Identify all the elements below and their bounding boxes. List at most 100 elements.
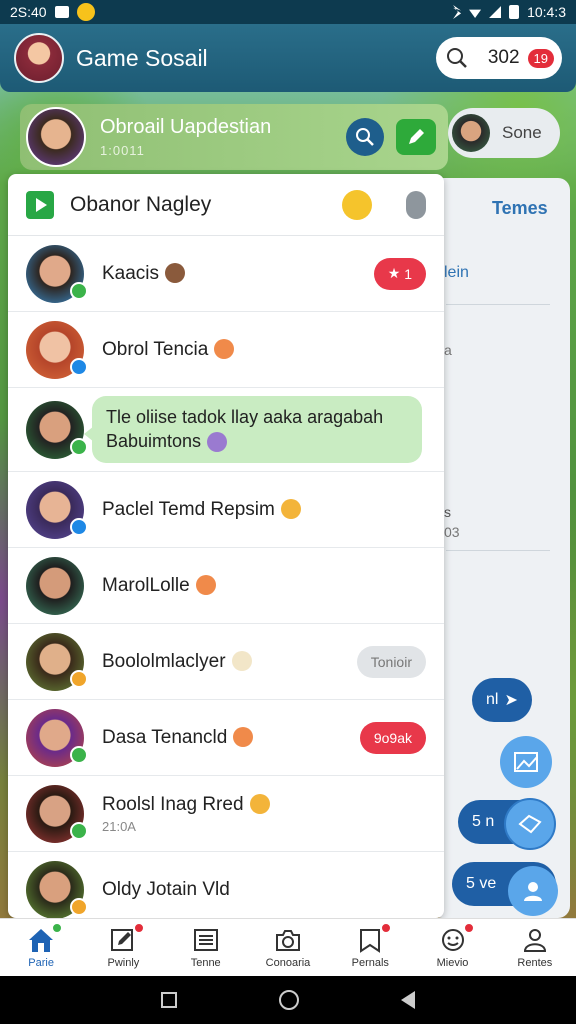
status-time-left: 2S:40: [10, 4, 47, 20]
presence-icon: [70, 282, 88, 300]
background-panel-header[interactable]: Temes: [492, 198, 548, 219]
chat-row[interactable]: Oldy Jotain Vld: [8, 852, 444, 918]
chat-name: MarolLolle: [102, 575, 216, 597]
fab-pill-send[interactable]: nl ➤: [472, 678, 532, 722]
search-count: 302: [487, 47, 520, 68]
chat-row[interactable]: Kaacis ★ 1: [8, 236, 444, 312]
chat-row[interactable]: Dasa Tenancld 9o9ak: [8, 700, 444, 776]
app-title: Game Sosail: [76, 44, 208, 71]
nav-item-home[interactable]: Parie: [0, 919, 82, 976]
profile-avatar[interactable]: [26, 107, 86, 167]
play-icon[interactable]: [26, 190, 54, 219]
recents-icon[interactable]: [161, 992, 177, 1008]
edit-button[interactable]: [396, 119, 436, 155]
fab-pill-label: 5 ve: [466, 875, 497, 892]
emoji-icon: [233, 727, 254, 748]
emoji-icon[interactable]: [342, 189, 372, 220]
emoji-notification-icon: [76, 3, 95, 21]
nav-item-bookmarks[interactable]: Pernals: [329, 919, 411, 976]
nav-label: Mievio: [436, 956, 469, 969]
star-icon: ★: [387, 265, 405, 281]
microphone-icon[interactable]: [406, 190, 426, 219]
background-panel-text: lein: [444, 264, 469, 281]
presence-icon: [70, 898, 88, 916]
emoji-icon: [214, 339, 235, 360]
fab-user-button[interactable]: [508, 866, 558, 916]
search-icon: [447, 48, 467, 68]
side-user-label: Sone: [502, 123, 542, 142]
chat-row[interactable]: MarolLolle: [8, 548, 444, 624]
camera-icon: [275, 929, 300, 951]
chat-row[interactable]: Paclel Temd Repsim: [8, 472, 444, 548]
side-user-chip[interactable]: Sone: [448, 108, 560, 158]
nav-badge: [462, 922, 475, 934]
chat-timestamp: 21:0A: [102, 818, 136, 834]
background-panel-text: 03: [444, 524, 460, 540]
nav-item-emoji[interactable]: Mievio: [411, 919, 493, 976]
emoji-icon: [207, 431, 228, 452]
status-pill[interactable]: 9o9ak: [359, 721, 426, 754]
nav-badge: [133, 922, 146, 934]
home-circle-icon[interactable]: [279, 990, 299, 1010]
chat-name: Kaacis: [102, 263, 186, 285]
divider: [446, 304, 550, 305]
fab-image-button[interactable]: [500, 736, 552, 788]
nav-label: Pernals: [351, 956, 389, 969]
emoji-icon: [165, 263, 186, 284]
app-avatar[interactable]: [14, 33, 64, 83]
list-icon: [193, 928, 218, 951]
battery-icon: [509, 5, 520, 19]
notification-icon: [54, 6, 69, 18]
fab-share-button[interactable]: [504, 798, 556, 850]
chat-row[interactable]: Obrol Tencia: [8, 312, 444, 388]
fab-pill-label: nl: [486, 691, 499, 708]
bottom-navigation: Parie Pwinly Tenne Conoaria Pernals Miev…: [0, 918, 576, 976]
chat-avatar: [26, 556, 84, 615]
chat-row[interactable]: Roolsl Inag Rred 21:0A: [8, 776, 444, 852]
background-panel-text: a: [444, 342, 452, 358]
chat-name: Roolsl Inag Rred: [102, 794, 270, 816]
divider: [446, 550, 550, 551]
profile-subtitle: 1:0011: [100, 143, 145, 158]
pencil-icon: [409, 129, 424, 144]
nav-item-camera[interactable]: Conoaria: [247, 919, 329, 976]
smiley-icon: [441, 928, 464, 951]
nav-label: Pwinly: [107, 956, 140, 969]
unread-pill[interactable]: ★ 1: [373, 257, 426, 290]
profile-card[interactable]: Obroail Uapdestian 1:0011: [20, 104, 448, 170]
nav-item-list[interactable]: Tenne: [165, 919, 247, 976]
wifi-icon: [469, 9, 482, 18]
status-pill[interactable]: Tonioir: [356, 645, 426, 678]
image-icon: [514, 752, 538, 772]
chat-row[interactable]: Boololmlaclyer Tonioir: [8, 624, 444, 700]
search-pill[interactable]: 302 19: [436, 37, 562, 79]
profile-name: Obroail Uapdestian: [100, 116, 272, 138]
chat-name: Obrol Tencia: [102, 339, 235, 361]
chat-name: Boololmlaclyer: [102, 651, 252, 673]
chat-row[interactable]: Tle oliise tadok llay aaka aragabah Babu…: [8, 388, 444, 472]
emoji-icon: [249, 794, 270, 815]
nav-label: Tenne: [190, 956, 221, 969]
profile-search-button[interactable]: [346, 118, 384, 156]
back-icon[interactable]: [401, 991, 415, 1009]
system-navigation-bar: [0, 976, 576, 1024]
signal-icon: [489, 6, 502, 18]
side-user-avatar: [452, 114, 490, 152]
emoji-icon: [280, 499, 301, 520]
person-icon: [523, 928, 546, 952]
chat-name: Paclel Temd Repsim: [102, 499, 301, 521]
fab-pill-label: 5 n: [472, 813, 495, 830]
nav-label: Parie: [28, 956, 54, 969]
chat-list-sheet: Obanor Nagley Kaacis ★ 1 Obrol Tencia Tl…: [8, 174, 444, 918]
nav-badge: [380, 922, 393, 934]
sheet-header: Obanor Nagley: [8, 174, 444, 236]
presence-icon: [70, 746, 88, 764]
user-icon: [524, 882, 542, 901]
presence-icon: [70, 358, 88, 376]
nav-item-friends[interactable]: Pwinly: [82, 919, 164, 976]
bluetooth-icon: [453, 5, 462, 19]
presence-icon: [70, 518, 88, 536]
nav-item-profile[interactable]: Rentes: [494, 919, 576, 976]
message-bubble[interactable]: Tle oliise tadok llay aaka aragabah Babu…: [84, 396, 422, 463]
background-panel-text: s: [444, 504, 451, 520]
